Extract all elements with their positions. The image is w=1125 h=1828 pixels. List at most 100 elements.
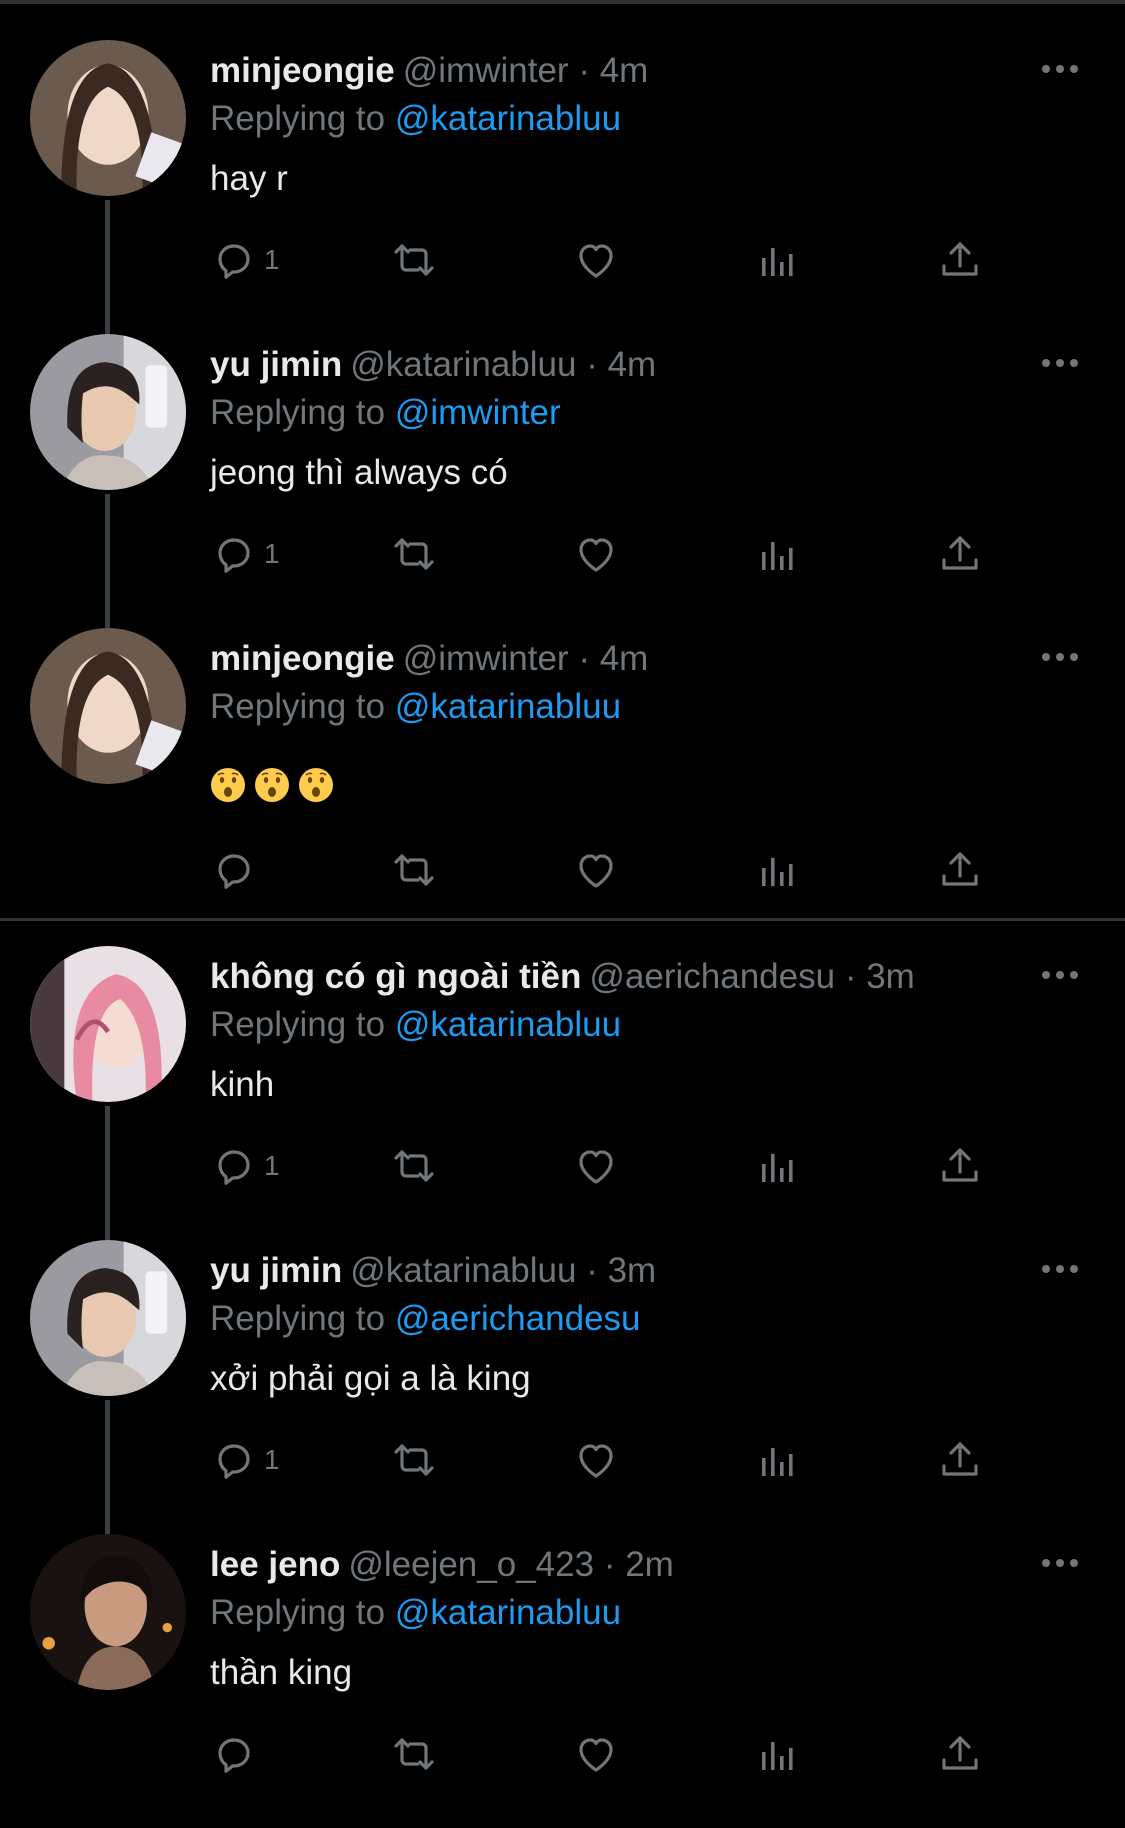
share-button[interactable] (936, 1724, 984, 1784)
reply-button[interactable]: 1 (210, 230, 280, 290)
mention-link[interactable]: @katarinabluu (395, 687, 621, 726)
retweet-button[interactable] (390, 1136, 438, 1196)
tweet[interactable]: yu jimin @katarinabluu · 3m Replying to @… (0, 1240, 1125, 1534)
retweet-icon (390, 236, 438, 284)
timestamp[interactable]: 4m (608, 345, 657, 384)
retweet-button[interactable] (390, 1724, 438, 1784)
handle[interactable]: @imwinter (403, 639, 569, 678)
reply-icon (210, 846, 258, 894)
display-name[interactable]: yu jimin (210, 1251, 342, 1290)
tweet[interactable]: yu jimin @katarinabluu · 4m Replying to @… (0, 334, 1125, 628)
share-icon (936, 846, 984, 894)
more-icon[interactable] (1040, 1556, 1080, 1570)
more-icon[interactable] (1040, 650, 1080, 664)
tweet-text: thần king (210, 1653, 353, 1692)
like-button[interactable] (572, 230, 620, 290)
retweet-button[interactable] (390, 230, 438, 290)
tweet-text: jeong thì always có (210, 453, 508, 492)
display-name[interactable]: yu jimin (210, 345, 342, 384)
avatar[interactable] (30, 628, 186, 784)
replying-label: Replying to (210, 687, 386, 726)
views-button[interactable] (754, 1724, 802, 1784)
more-icon[interactable] (1040, 62, 1080, 76)
like-button[interactable] (572, 1136, 620, 1196)
share-button[interactable] (936, 1136, 984, 1196)
like-button[interactable] (572, 524, 620, 584)
thread-divider (0, 918, 1125, 921)
retweet-button[interactable] (390, 1430, 438, 1490)
retweet-icon (390, 1730, 438, 1778)
tweet[interactable]: minjeongie @imwinter · 4m Replying to @ka… (0, 40, 1125, 334)
avatar[interactable] (30, 1240, 186, 1396)
timestamp[interactable]: 4m (600, 51, 649, 90)
handle[interactable]: @katarinabluu (350, 1251, 576, 1290)
mention-link[interactable]: @imwinter (395, 393, 561, 432)
avatar[interactable] (30, 40, 186, 196)
action-bar: 1 (210, 1136, 1010, 1196)
more-icon[interactable] (1040, 1262, 1080, 1276)
avatar[interactable] (30, 1534, 186, 1690)
handle[interactable]: @imwinter (403, 51, 569, 90)
display-name[interactable]: lee jeno (210, 1545, 340, 1584)
tweet[interactable]: lee jeno @leejen_o_423 · 2m Replying to @… (0, 1534, 1125, 1828)
share-button[interactable] (936, 524, 984, 584)
avatar[interactable] (30, 946, 186, 1102)
display-name[interactable]: không có gì ngoài tiền (210, 957, 581, 996)
separator: · (603, 1545, 616, 1584)
share-button[interactable] (936, 1430, 984, 1490)
display-name[interactable]: minjeongie (210, 51, 395, 90)
handle[interactable]: @aerichandesu (589, 957, 835, 996)
reply-button[interactable] (210, 840, 258, 900)
hushed-face-emoji (298, 767, 334, 803)
display-name[interactable]: minjeongie (210, 639, 395, 678)
reply-button[interactable] (210, 1724, 258, 1784)
views-button[interactable] (754, 524, 802, 584)
tweet[interactable]: minjeongie @imwinter · 4m Replying to @ka… (0, 628, 1125, 922)
share-icon (936, 1436, 984, 1484)
reply-button[interactable]: 1 (210, 524, 280, 584)
tweet-text: hay r (210, 159, 288, 198)
like-icon (572, 846, 620, 894)
handle[interactable]: @leejen_o_423 (348, 1545, 594, 1584)
more-icon[interactable] (1040, 356, 1080, 370)
share-icon (936, 1142, 984, 1190)
timestamp[interactable]: 2m (625, 1545, 674, 1584)
tweet-header: lee jeno @leejen_o_423 · 2m (210, 1544, 674, 1586)
thread-line (105, 1106, 110, 1240)
tweet-emojis (210, 762, 342, 804)
retweet-icon (390, 530, 438, 578)
action-bar: 1 (210, 230, 1010, 290)
like-button[interactable] (572, 840, 620, 900)
thread-line (105, 1400, 110, 1534)
more-icon[interactable] (1040, 968, 1080, 982)
timestamp[interactable]: 3m (866, 957, 915, 996)
views-icon (754, 236, 802, 284)
handle[interactable]: @katarinabluu (350, 345, 576, 384)
separator: · (578, 51, 590, 90)
views-button[interactable] (754, 840, 802, 900)
mention-link[interactable]: @katarinabluu (395, 1593, 621, 1632)
mention-link[interactable]: @aerichandesu (395, 1299, 641, 1338)
retweet-button[interactable] (390, 840, 438, 900)
mention-link[interactable]: @katarinabluu (395, 1005, 621, 1044)
top-border (0, 0, 1125, 4)
timestamp[interactable]: 3m (608, 1251, 657, 1290)
timestamp[interactable]: 4m (600, 639, 649, 678)
retweet-button[interactable] (390, 524, 438, 584)
replying-label: Replying to (210, 99, 386, 138)
mention-link[interactable]: @katarinabluu (395, 99, 621, 138)
reply-button[interactable]: 1 (210, 1136, 280, 1196)
share-button[interactable] (936, 840, 984, 900)
views-button[interactable] (754, 1430, 802, 1490)
like-button[interactable] (572, 1430, 620, 1490)
avatar[interactable] (30, 334, 186, 490)
share-button[interactable] (936, 230, 984, 290)
reply-button[interactable]: 1 (210, 1430, 280, 1490)
thread-line (105, 494, 110, 628)
views-button[interactable] (754, 230, 802, 290)
like-button[interactable] (572, 1724, 620, 1784)
tweet[interactable]: không có gì ngoài tiền @aerichandesu · 3m… (0, 946, 1125, 1240)
retweet-icon (390, 846, 438, 894)
views-button[interactable] (754, 1136, 802, 1196)
separator: · (586, 1251, 598, 1290)
